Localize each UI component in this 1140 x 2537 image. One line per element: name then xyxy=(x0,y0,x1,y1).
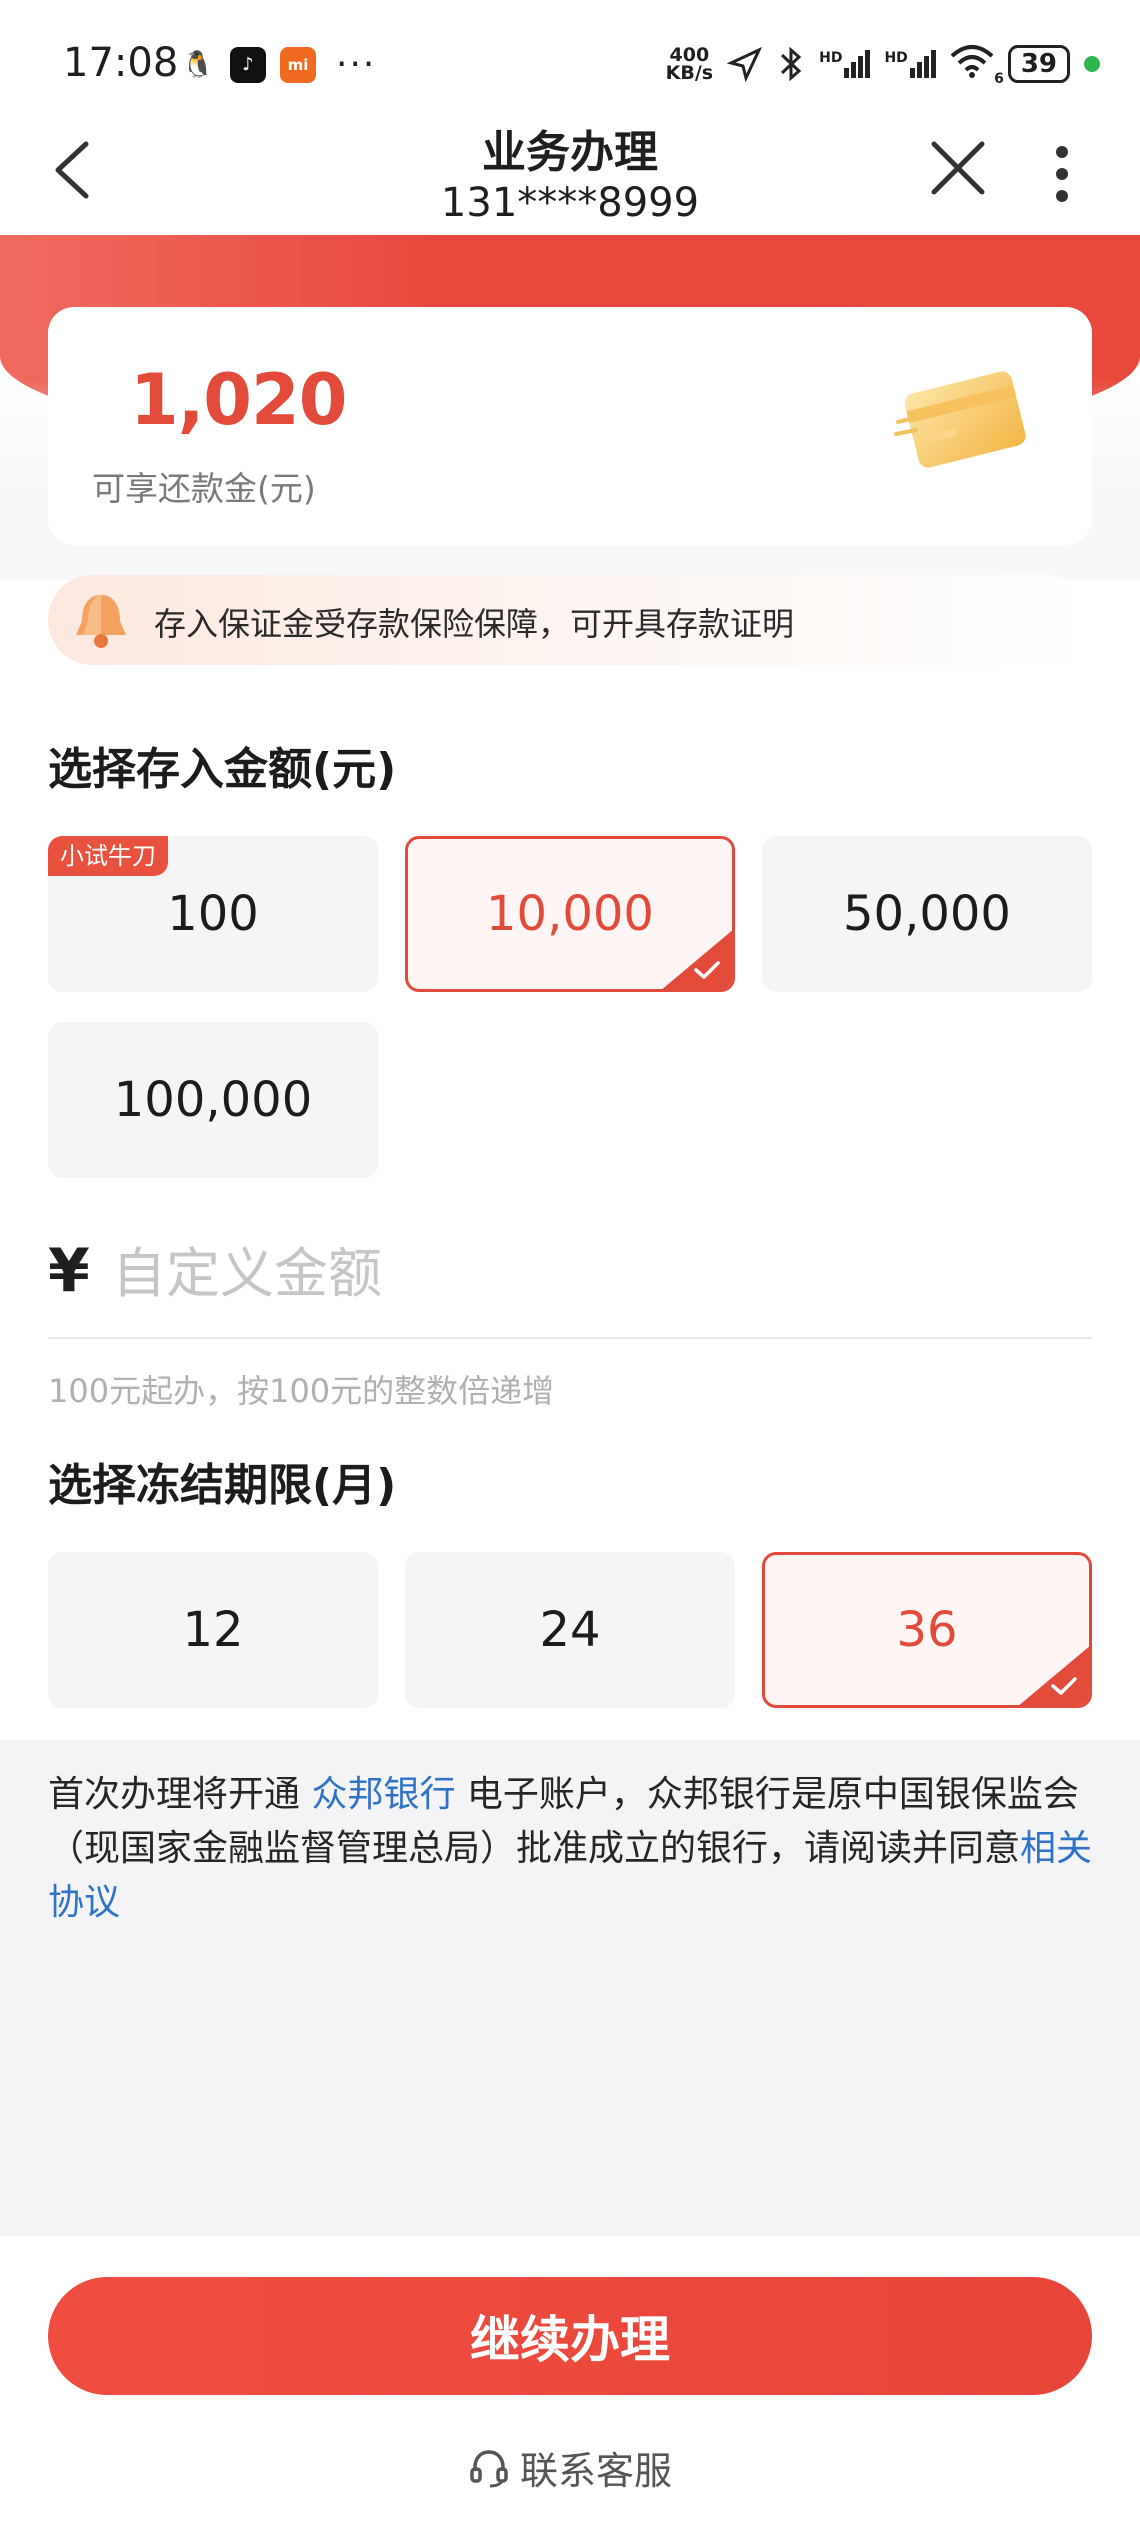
bluetooth-icon xyxy=(781,46,802,81)
notice-text: 存入保证金受存款保险保障，可开具存款证明 xyxy=(154,605,795,643)
net-speed-unit: KB/s xyxy=(665,61,714,84)
term-option-label: 24 xyxy=(539,1602,601,1658)
credit-card-icon xyxy=(894,371,1026,468)
deposit-amount-title: 选择存入金额(元) xyxy=(48,744,397,795)
continue-button[interactable]: 继续办理 xyxy=(48,2277,1092,2395)
battery-indicator: 39 xyxy=(1007,44,1070,83)
bank-link[interactable]: 众邦银行 xyxy=(311,1774,455,1815)
wifi-sub-label: 6 xyxy=(994,71,1004,87)
currency-symbol: ¥ xyxy=(48,1236,90,1306)
term-option-label: 12 xyxy=(182,1602,244,1658)
freeze-term-title: 选择冻结期限(月) xyxy=(48,1460,397,1511)
hd-label-1: HD xyxy=(819,49,843,66)
amount-option-100[interactable]: 小试牛刀 100 xyxy=(48,836,378,992)
location-icon xyxy=(727,46,763,82)
custom-amount-input[interactable] xyxy=(110,1232,1014,1314)
net-speed-value: 400 xyxy=(669,43,710,66)
amount-hint: 100元起办，按100元的整数倍递增 xyxy=(48,1372,555,1410)
check-icon xyxy=(1051,1677,1077,1695)
agreement-text: 首次办理将开通 众邦银行 电子账户，众邦银行是原中国银保监会（现国家金融监督管理… xyxy=(48,1768,1098,1930)
repayment-amount-label: 可享还款金(元) xyxy=(92,469,316,508)
hd-label-2: HD xyxy=(884,49,908,66)
wifi-icon: 6 xyxy=(950,44,1004,87)
net-speed: 400 KB/s xyxy=(665,43,714,84)
trial-tag: 小试牛刀 xyxy=(48,836,168,876)
tiktok-icon: ♪ xyxy=(230,46,266,83)
input-divider xyxy=(48,1337,1092,1339)
amount-option-10000[interactable]: 10,000 xyxy=(405,836,735,992)
amount-option-label: 50,000 xyxy=(843,886,1011,942)
selected-corner xyxy=(660,929,732,989)
amount-option-100000[interactable]: 100,000 xyxy=(48,1022,378,1178)
term-option-36[interactable]: 36 xyxy=(762,1552,1092,1708)
more-vertical-icon[interactable] xyxy=(1054,146,1070,202)
signal-2-icon: HD xyxy=(884,49,936,78)
qq-icon: 🐧 xyxy=(180,46,216,83)
term-option-24[interactable]: 24 xyxy=(405,1552,735,1708)
privacy-dot xyxy=(1084,55,1100,72)
headset-icon xyxy=(470,2449,508,2487)
close-icon[interactable] xyxy=(930,140,986,196)
more-notifications-icon: ··· xyxy=(336,44,377,85)
repayment-amount: 1,020 xyxy=(130,359,347,441)
selected-corner xyxy=(1017,1645,1089,1705)
system-icons: 400 KB/s HD HD 6 39 xyxy=(665,43,1100,87)
term-option-12[interactable]: 12 xyxy=(48,1552,378,1708)
bell-icon xyxy=(76,595,126,648)
amount-option-label: 10,000 xyxy=(486,886,654,942)
signal-1-icon: HD xyxy=(819,49,871,78)
amount-option-label: 100,000 xyxy=(113,1072,313,1128)
repayment-summary-card: 1,020 可享还款金(元) xyxy=(48,307,1092,545)
term-option-label: 36 xyxy=(896,1602,958,1658)
status-time: 17:08 xyxy=(63,40,179,86)
notification-icons: 🐧 ♪ mi ··· xyxy=(180,44,376,85)
deposit-insurance-notice: 存入保证金受存款保险保障，可开具存款证明 xyxy=(48,575,1092,665)
amount-option-label: 100 xyxy=(167,886,259,942)
contact-service-link[interactable]: 联系客服 xyxy=(0,2440,1140,2495)
contact-service-label: 联系客服 xyxy=(519,2449,672,2493)
status-bar: 17:08 🐧 ♪ mi ··· 400 KB/s HD HD 6 39 xyxy=(0,0,1140,135)
amount-option-50000[interactable]: 50,000 xyxy=(762,836,1092,992)
check-icon xyxy=(694,961,720,979)
agreement-prefix: 首次办理将开通 xyxy=(48,1774,312,1815)
mi-icon: mi xyxy=(280,46,316,83)
